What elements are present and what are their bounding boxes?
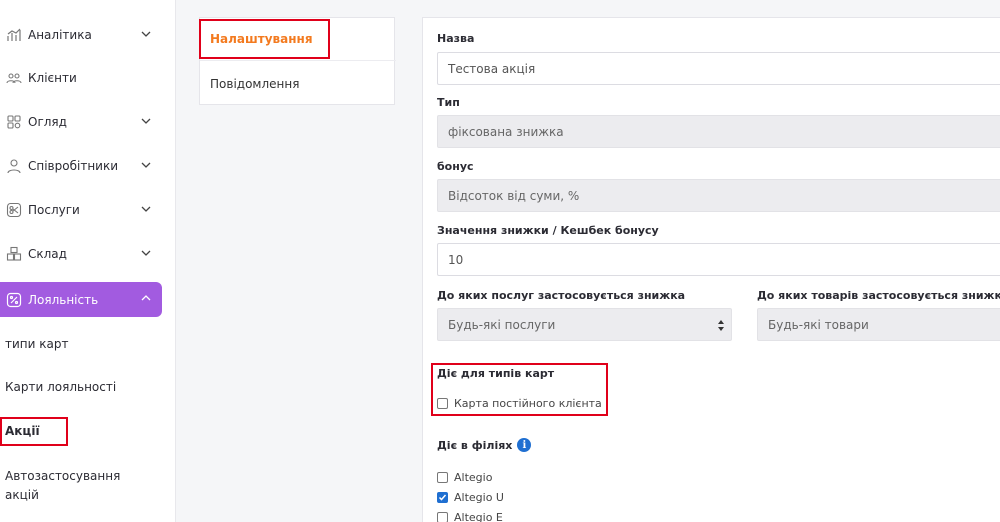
services-icon <box>6 202 22 218</box>
chevron-down-icon <box>141 250 151 256</box>
checkmark-icon <box>438 494 447 501</box>
warehouse-icon <box>6 246 22 262</box>
type-field: фіксована знижка <box>437 115 1000 148</box>
sidebar: Аналітика Клієнти Огляд Співробітники По… <box>0 0 176 522</box>
settings-tabs: Налаштування Повідомлення <box>199 17 396 105</box>
sidebar-item-clients[interactable]: Клієнти <box>0 61 162 95</box>
sidebar-item-services[interactable]: Послуги <box>0 193 162 227</box>
branch-option[interactable]: Altegio E <box>437 511 503 522</box>
chevron-down-icon <box>141 162 151 168</box>
sidebar-item-analytics[interactable]: Аналітика <box>0 18 162 52</box>
checkbox-checked[interactable] <box>437 492 448 503</box>
sidebar-item-label: Лояльність <box>28 292 99 307</box>
sidebar-item-label: Співробітники <box>28 159 119 173</box>
branch-option[interactable]: Altegio U <box>437 491 504 504</box>
chevron-down-icon <box>141 118 151 124</box>
checkbox[interactable] <box>437 472 448 483</box>
discount-input[interactable]: 10 <box>437 243 1000 276</box>
sidebar-item-label: Аналітика <box>28 28 92 42</box>
promotion-form: Назва Тестова акція Тип фіксована знижка… <box>422 17 1000 522</box>
checkbox[interactable] <box>437 398 448 409</box>
overview-icon <box>6 114 22 130</box>
card-types-label: Діє для типів карт <box>437 367 555 380</box>
goods-select-value: Будь-які товари <box>768 317 869 332</box>
discount-label: Значення знижки / Кешбек бонусу <box>437 224 659 237</box>
branch-option-label: Altegio E <box>454 511 503 522</box>
sidebar-item-employees[interactable]: Співробітники <box>0 149 162 183</box>
loyalty-icon <box>6 292 22 308</box>
goods-label: До яких товарів застосовується знижка <box>757 289 1000 302</box>
select-arrows-icon <box>718 320 724 331</box>
sidebar-item-warehouse[interactable]: Склад <box>0 237 162 271</box>
sidebar-subitem-card-types[interactable]: типи карт <box>5 335 68 354</box>
clients-icon <box>6 70 22 86</box>
branches-label-text: Діє в філіях <box>437 438 513 452</box>
sidebar-item-loyalty[interactable]: Лояльність <box>0 282 162 317</box>
chevron-down-icon <box>141 206 151 212</box>
employees-icon <box>6 158 22 174</box>
tab-settings[interactable]: Налаштування <box>200 18 396 61</box>
checkbox[interactable] <box>437 512 448 522</box>
card-type-option[interactable]: Карта постійного клієнта <box>437 397 602 410</box>
branch-option-label: Altegio U <box>454 491 504 504</box>
chevron-down-icon <box>141 31 151 37</box>
name-label: Назва <box>437 32 475 45</box>
branch-option-label: Altegio <box>454 471 493 484</box>
sidebar-item-label: Огляд <box>28 115 67 129</box>
sidebar-subitem-auto-apply-promotions[interactable]: Автозастосування акцій <box>5 467 155 505</box>
sidebar-subitem-promotions[interactable]: Акції <box>5 422 40 441</box>
services-select[interactable]: Будь-які послуги <box>437 308 732 341</box>
bonus-label: бонус <box>437 160 474 173</box>
services-label: До яких послуг застосовується знижка <box>437 289 686 302</box>
tab-notifications[interactable]: Повідомлення <box>200 62 396 105</box>
info-icon[interactable]: i <box>517 438 532 452</box>
branches-label: Діє в філіях i <box>437 438 532 452</box>
name-input[interactable]: Тестова акція <box>437 52 1000 85</box>
services-select-value: Будь-які послуги <box>448 317 556 332</box>
bonus-field: Відсоток від суми, % <box>437 179 1000 212</box>
sidebar-item-overview[interactable]: Огляд <box>0 105 162 139</box>
analytics-icon <box>6 27 22 43</box>
sidebar-subitem-loyalty-cards[interactable]: Карти лояльності <box>5 378 116 397</box>
branch-option[interactable]: Altegio <box>437 471 492 484</box>
sidebar-item-label: Послуги <box>28 203 80 217</box>
card-type-option-label: Карта постійного клієнта <box>454 397 602 410</box>
sidebar-item-label: Клієнти <box>28 71 77 85</box>
goods-select[interactable]: Будь-які товари <box>757 308 1000 341</box>
sidebar-item-label: Склад <box>28 247 67 261</box>
chevron-up-icon <box>141 295 151 301</box>
type-label: Тип <box>437 96 460 109</box>
